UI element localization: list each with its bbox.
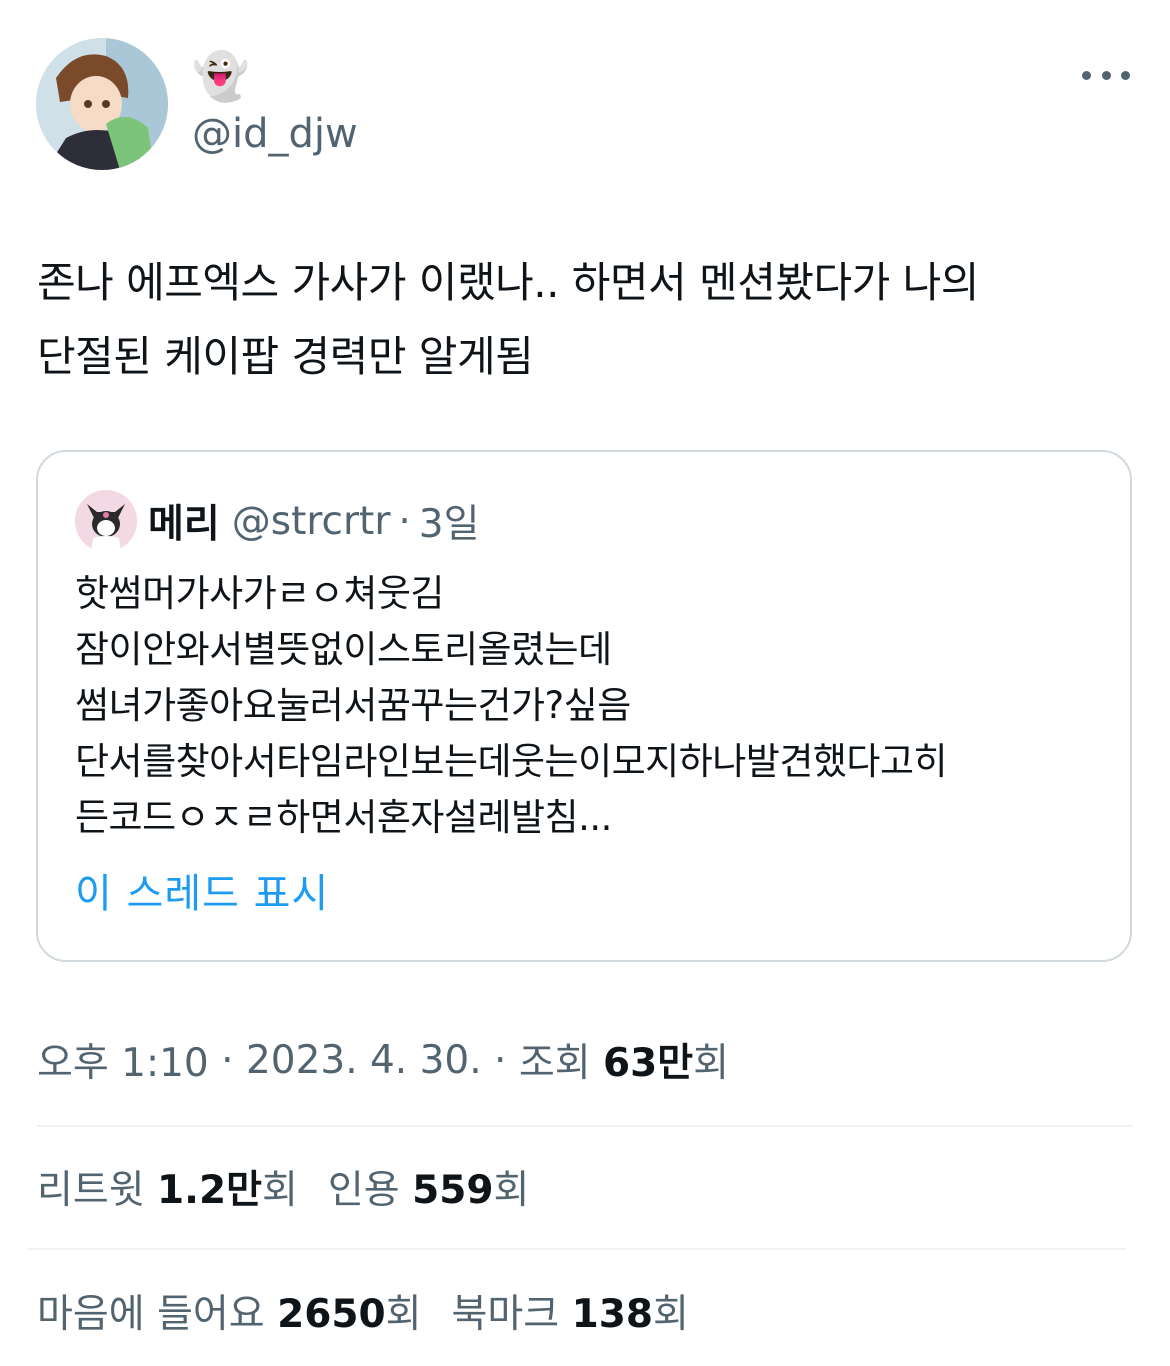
- quotes-count: 559: [412, 1168, 494, 1213]
- quote-line: 썸녀가좋아요눌러서꿈꾸는건가?싶음: [75, 684, 631, 727]
- more-dot: [1101, 70, 1111, 80]
- author-handle[interactable]: @id_djw: [192, 110, 358, 158]
- likes-suffix: 회: [385, 1292, 422, 1337]
- show-thread-link[interactable]: 이 스레드 표시: [75, 864, 329, 924]
- author-display-name[interactable]: 👻: [192, 48, 249, 104]
- quotes-suffix: 회: [493, 1168, 530, 1213]
- quote-author-name[interactable]: 메리: [148, 493, 220, 549]
- tweet-text: 존나 에프엑스 가사가 이랬나.. 하면서 멘션봤다가 나의 단절된 케이팝 경…: [37, 246, 1137, 394]
- likes-label: 마음에 들어요: [37, 1292, 278, 1337]
- tweet-line: 단절된 케이팝 경력만 알게됨: [37, 332, 534, 381]
- quote-text: 핫썸머가사가ㄹㅇ쳐웃김 잠이안와서별뜻없이스토리올렸는데 썸녀가좋아요눌러서꿈꾸…: [75, 566, 1115, 846]
- quote-avatar: [75, 490, 137, 552]
- quotes-stat[interactable]: 인용 559회: [328, 1159, 529, 1215]
- quote-author-handle[interactable]: @strcrtr: [232, 499, 391, 544]
- tweet-line: 존나 에프엑스 가사가 이랬나.. 하면서 멘션봤다가 나의: [37, 258, 979, 307]
- bookmarks-count: 138: [571, 1292, 653, 1337]
- tweet-meta: 오후 1:10 · 2023. 4. 30. · 조회 63만 회: [37, 1030, 729, 1090]
- stats-row-retweets: 리트윗 1.2만회 인용 559회: [37, 1157, 559, 1217]
- quote-avatar-image: [75, 490, 137, 552]
- divider: [37, 1125, 1133, 1127]
- retweets-stat[interactable]: 리트윗 1.2만회: [37, 1159, 298, 1215]
- quote-time[interactable]: 3일: [419, 493, 480, 549]
- bookmarks-suffix: 회: [652, 1292, 689, 1337]
- likes-count: 2650: [277, 1292, 386, 1337]
- quoted-tweet-card[interactable]: 메리 @strcrtr · 3일 핫썸머가사가ㄹㅇ쳐웃김 잠이안와서별뜻없이스토…: [36, 450, 1132, 962]
- quote-line: 잠이안와서별뜻없이스토리올렸는데: [75, 628, 612, 671]
- quote-line: 든코드ㅇㅈㄹ하면서혼자설레발침...: [75, 796, 612, 839]
- quote-separator: ·: [398, 498, 411, 544]
- quote-header: 메리 @strcrtr · 3일: [148, 492, 479, 550]
- quote-line: 핫썸머가사가ㄹㅇ쳐웃김: [75, 572, 444, 615]
- retweets-suffix: 회: [262, 1168, 298, 1213]
- more-dot: [1121, 70, 1130, 80]
- tweet-date[interactable]: 2023. 4. 30.: [246, 1038, 482, 1083]
- views-label: 조회: [518, 1041, 604, 1086]
- avatar-image: [36, 38, 168, 170]
- author-avatar[interactable]: [36, 38, 168, 170]
- meta-separator: ·: [208, 1037, 246, 1083]
- more-dot: [1082, 70, 1091, 80]
- tweet-time[interactable]: 오후 1:10: [37, 1032, 209, 1088]
- retweets-label: 리트윗: [37, 1168, 158, 1213]
- divider: [28, 1248, 1126, 1250]
- quote-line: 단서를찾아서타임라인보는데웃는이모지하나발견했다고히: [75, 740, 948, 783]
- views-suffix: 회: [693, 1041, 730, 1086]
- bookmarks-stat[interactable]: 북마크 138회: [452, 1283, 689, 1339]
- stats-row-likes: 마음에 들어요 2650회 북마크 138회: [37, 1281, 719, 1341]
- quotes-label: 인용: [327, 1168, 413, 1213]
- meta-separator: ·: [481, 1037, 519, 1083]
- retweets-count: 1.2만: [157, 1168, 263, 1213]
- likes-stat[interactable]: 마음에 들어요 2650회: [37, 1283, 422, 1339]
- bookmarks-label: 북마크: [451, 1292, 572, 1337]
- more-options-icon[interactable]: [1082, 60, 1130, 90]
- views-count: 63만: [603, 1041, 694, 1086]
